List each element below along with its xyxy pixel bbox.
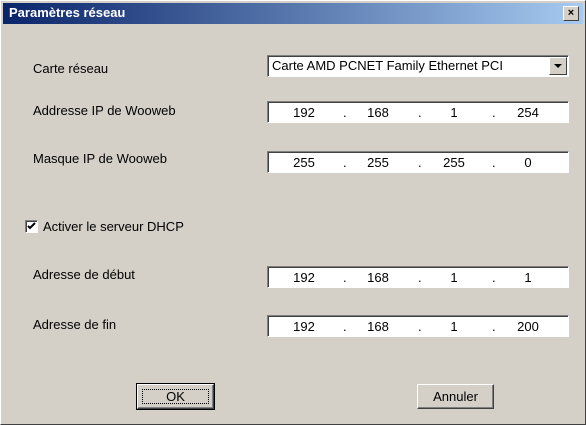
ip-dot: . [343,105,347,120]
start-octet-2[interactable]: 168 [356,270,400,285]
ip-dot: . [418,270,422,285]
cancel-button[interactable]: Annuler [417,384,494,409]
ip-mask-field[interactable]: 255 . 255 . 255 . 0 [267,151,569,173]
end-octet-1[interactable]: 192 [282,319,326,334]
ip-dot: . [343,319,347,334]
ip-address-label: Addresse IP de Wooweb [33,103,176,118]
ip-dot: . [418,105,422,120]
close-icon: × [567,7,575,19]
start-octet-3[interactable]: 1 [432,270,476,285]
ok-button[interactable]: OK [136,383,215,410]
ip-dot: . [492,270,496,285]
end-octet-2[interactable]: 168 [356,319,400,334]
ip-dot: . [343,155,347,170]
start-address-field[interactable]: 192 . 168 . 1 . 1 [267,266,569,288]
end-address-field[interactable]: 192 . 168 . 1 . 200 [267,315,569,337]
check-icon [27,222,36,230]
ip-dot: . [492,155,496,170]
close-button[interactable]: × [563,6,579,21]
ip-octet-3[interactable]: 1 [432,105,476,120]
network-card-label: Carte réseau [33,61,109,76]
network-settings-dialog: Paramètres réseau × Carte réseau Carte A… [0,0,586,425]
network-card-select[interactable]: Carte AMD PCNET Family Ethernet PCI [267,55,569,77]
title-bar[interactable]: Paramètres réseau × [3,3,583,24]
focus-ring [142,389,209,404]
dropdown-button[interactable] [549,57,567,75]
end-octet-3[interactable]: 1 [432,319,476,334]
mask-octet-4[interactable]: 0 [506,155,550,170]
ip-dot: . [418,155,422,170]
ip-octet-1[interactable]: 192 [282,105,326,120]
network-card-value: Carte AMD PCNET Family Ethernet PCI [272,58,503,73]
mask-octet-2[interactable]: 255 [356,155,400,170]
ip-octet-4[interactable]: 254 [506,105,550,120]
start-octet-1[interactable]: 192 [282,270,326,285]
mask-octet-3[interactable]: 255 [432,155,476,170]
cancel-button-label: Annuler [433,389,478,404]
ip-mask-label: Masque IP de Wooweb [33,151,167,166]
start-octet-4[interactable]: 1 [506,270,550,285]
mask-octet-1[interactable]: 255 [282,155,326,170]
start-address-label: Adresse de début [33,267,135,282]
window-title: Paramètres réseau [9,5,126,20]
end-address-label: Adresse de fin [33,317,117,332]
ip-dot: . [343,270,347,285]
ip-dot: . [418,319,422,334]
dhcp-label[interactable]: Activer le serveur DHCP [43,219,184,234]
ip-dot: . [492,105,496,120]
ip-octet-2[interactable]: 168 [356,105,400,120]
chevron-down-icon [554,64,562,68]
end-octet-4[interactable]: 200 [506,319,550,334]
ip-dot: . [492,319,496,334]
ip-address-field[interactable]: 192 . 168 . 1 . 254 [267,101,569,123]
dhcp-checkbox[interactable] [25,220,38,233]
